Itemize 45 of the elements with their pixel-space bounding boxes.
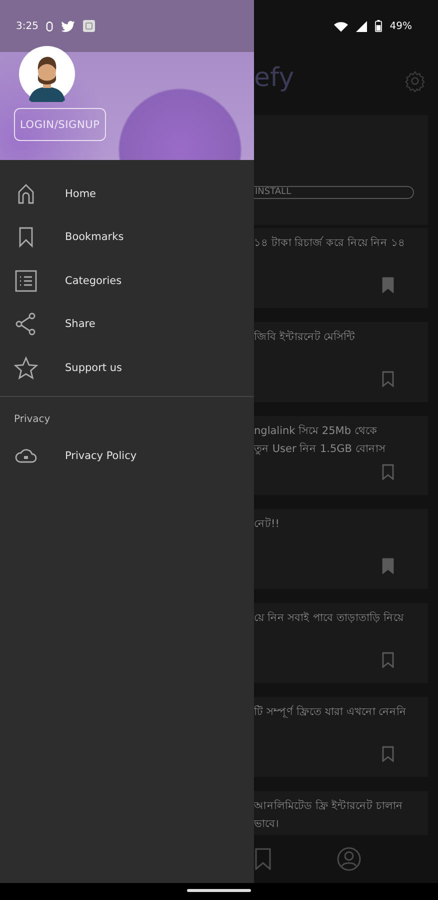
bookmark-icon[interactable] (382, 558, 394, 574)
app-title: efy (254, 63, 294, 94)
app-notification-icon (83, 20, 96, 32)
settings-icon[interactable] (404, 70, 426, 92)
post-card[interactable]: টি সম্পূর্ণ ফ্রিতে যারা এখনো নেননি (254, 697, 428, 778)
post-title: আনলিমিটেড ফ্রি ইন্টারনেট চালান ভাবে। (254, 798, 404, 832)
section-heading: Privacy (14, 414, 52, 424)
login-signup-button[interactable]: LOGIN/SIGNUP (14, 108, 106, 141)
post-title: টি সম্পূর্ণ ফ্রিতে যারা এখনো নেননি (254, 704, 408, 720)
bookmark-icon[interactable] (382, 370, 394, 387)
wifi-icon (334, 20, 348, 32)
drawer-item[interactable]: Bookmarks (0, 216, 254, 259)
star-icon (14, 356, 38, 380)
battery-icon (374, 20, 382, 32)
drawer-item[interactable]: Home (0, 172, 254, 216)
post-card[interactable]: নেট!! (254, 509, 428, 590)
list-icon (14, 268, 38, 293)
notification-icon (46, 20, 54, 32)
bookmark-icon[interactable] (382, 746, 394, 762)
avatar (19, 46, 75, 102)
post-card[interactable]: আনলিমিটেড ফ্রি ইন্টারনেট চালান ভাবে। (254, 791, 428, 836)
drawer-item[interactable]: Categories (0, 259, 254, 302)
post-title: ১৪ টাকা রিচার্জ করে নিয়ে নিন ১৪ (254, 235, 406, 251)
bird-icon (61, 20, 76, 32)
bookmark-icon[interactable] (382, 276, 394, 293)
status-time: 3:25 (16, 20, 38, 32)
post-title: nglalink সিমে 25Mb থেকে তুন User নিন 1.5GB বোনাস (254, 424, 386, 457)
profile-icon[interactable] (337, 847, 361, 872)
signal-icon (356, 20, 367, 32)
post-title: জিবি ইন্টারনেট মেসিন্টি (254, 329, 357, 345)
install-button[interactable]: INSTALL (254, 186, 414, 199)
post-card[interactable]: ১৪ টাকা রিচার্জ করে নিয়ে নিন ১৪ (254, 228, 428, 308)
battery-percentage: 49% (390, 20, 412, 32)
drawer-item[interactable]: Support us (0, 346, 254, 390)
post-card[interactable]: য়ে নিন সবাই পাবে তাড়াতাড়ি নিয়ে (254, 603, 428, 684)
bookmark-icon[interactable] (255, 848, 271, 870)
post-card[interactable]: জিবি ইন্টারনেট মেসিন্টি (254, 322, 428, 402)
share-icon (14, 312, 38, 336)
drawer-item[interactable]: Privacy Policy (0, 434, 254, 478)
post-title: য়ে নিন সবাই পাবে তাড়াতাড়ি নিয়ে (254, 610, 405, 626)
bookmark-icon[interactable] (382, 652, 394, 668)
drawer-item[interactable]: Share (0, 302, 254, 346)
post-title: নেট!! (254, 516, 280, 532)
post-card[interactable]: nglalink সিমে 25Mb থেকে তুন User নিন 1.5GB বোনাস (254, 416, 428, 496)
bookmark-icon[interactable] (382, 464, 394, 480)
